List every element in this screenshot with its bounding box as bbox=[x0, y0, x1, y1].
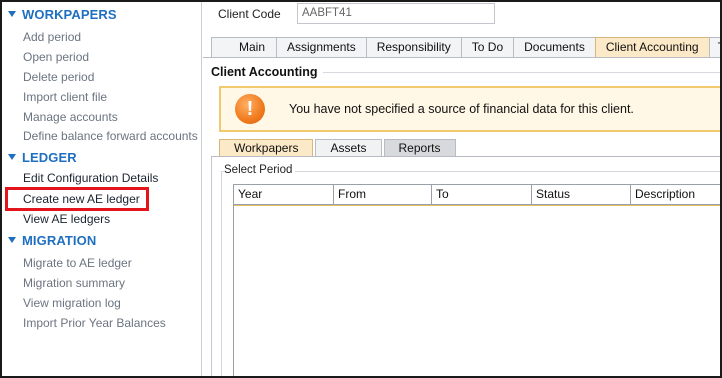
collapse-triangle-icon bbox=[8, 154, 16, 160]
grid-header: Year From To Status Description bbox=[234, 185, 720, 205]
tab-assignments[interactable]: Assignments bbox=[276, 37, 367, 57]
window: WORKPAPERS Add period Open period Delete… bbox=[0, 0, 722, 378]
subtab-bar: Workpapers Assets Reports bbox=[219, 139, 458, 157]
sidebar: WORKPAPERS Add period Open period Delete… bbox=[2, 2, 202, 376]
tab-divider bbox=[203, 57, 720, 58]
column-header-description[interactable]: Description bbox=[631, 185, 720, 205]
tab-overflow[interactable]: T bbox=[708, 37, 720, 57]
sidebar-item-import-client-file[interactable]: Import client file bbox=[23, 88, 107, 106]
sidebar-item-add-period[interactable]: Add period bbox=[23, 28, 81, 46]
section-title-client-accounting: Client Accounting bbox=[211, 65, 318, 79]
section-title: MIGRATION bbox=[22, 232, 97, 248]
grid-selection-line bbox=[234, 205, 720, 206]
tab-to-do[interactable]: To Do bbox=[460, 37, 515, 57]
alert-message: You have not specified a source of finan… bbox=[289, 102, 634, 116]
column-header-status[interactable]: Status bbox=[532, 185, 631, 205]
tab-client-accounting[interactable]: Client Accounting bbox=[594, 37, 710, 57]
tab-bar: Main Assignments Responsibility To Do Do… bbox=[211, 37, 720, 57]
period-grid[interactable]: Year From To Status Description bbox=[233, 184, 720, 376]
sidebar-item-import-prior-year[interactable]: Import Prior Year Balances bbox=[23, 314, 166, 332]
sidebar-item-manage-accounts[interactable]: Manage accounts bbox=[23, 108, 118, 126]
client-code-field[interactable]: AABFT41 bbox=[297, 3, 495, 24]
section-divider bbox=[323, 72, 720, 73]
sidebar-item-open-period[interactable]: Open period bbox=[23, 48, 89, 66]
highlight-box bbox=[5, 187, 149, 211]
tab-responsibility[interactable]: Responsibility bbox=[365, 37, 462, 57]
section-header-workpapers[interactable]: WORKPAPERS bbox=[8, 5, 117, 23]
sidebar-item-migration-summary[interactable]: Migration summary bbox=[23, 274, 125, 292]
section-header-migration[interactable]: MIGRATION bbox=[8, 231, 96, 249]
exclamation-icon: ! bbox=[235, 94, 265, 124]
tab-workpapers[interactable]: Workpapers bbox=[219, 139, 314, 157]
section-header-ledger[interactable]: LEDGER bbox=[8, 148, 77, 166]
client-code-label: Client Code bbox=[218, 7, 281, 21]
sidebar-item-migrate-to-ae[interactable]: Migrate to AE ledger bbox=[23, 254, 132, 272]
column-header-to[interactable]: To bbox=[432, 185, 532, 205]
sidebar-item-edit-configuration[interactable]: Edit Configuration Details bbox=[23, 169, 158, 187]
tab-reports[interactable]: Reports bbox=[383, 139, 456, 157]
column-header-year[interactable]: Year bbox=[234, 185, 334, 205]
sidebar-item-delete-period[interactable]: Delete period bbox=[23, 68, 94, 86]
select-period-label: Select Period bbox=[224, 164, 296, 176]
sidebar-item-define-balance-forward[interactable]: Define balance forward accounts bbox=[23, 127, 198, 145]
tab-assets[interactable]: Assets bbox=[315, 139, 382, 157]
collapse-triangle-icon bbox=[8, 11, 16, 17]
tab-documents[interactable]: Documents bbox=[513, 37, 596, 57]
collapse-triangle-icon bbox=[8, 237, 16, 243]
column-header-from[interactable]: From bbox=[334, 185, 432, 205]
section-title: WORKPAPERS bbox=[22, 6, 117, 22]
sidebar-item-view-ae-ledgers[interactable]: View AE ledgers bbox=[23, 210, 110, 228]
section-title: LEDGER bbox=[22, 149, 77, 165]
main-panel: Client Code AABFT41 Main Assignments Res… bbox=[203, 2, 720, 376]
alert-banner: ! You have not specified a source of fin… bbox=[219, 86, 720, 132]
sidebar-item-view-migration-log[interactable]: View migration log bbox=[23, 294, 121, 312]
tab-main[interactable]: Main bbox=[211, 37, 278, 57]
